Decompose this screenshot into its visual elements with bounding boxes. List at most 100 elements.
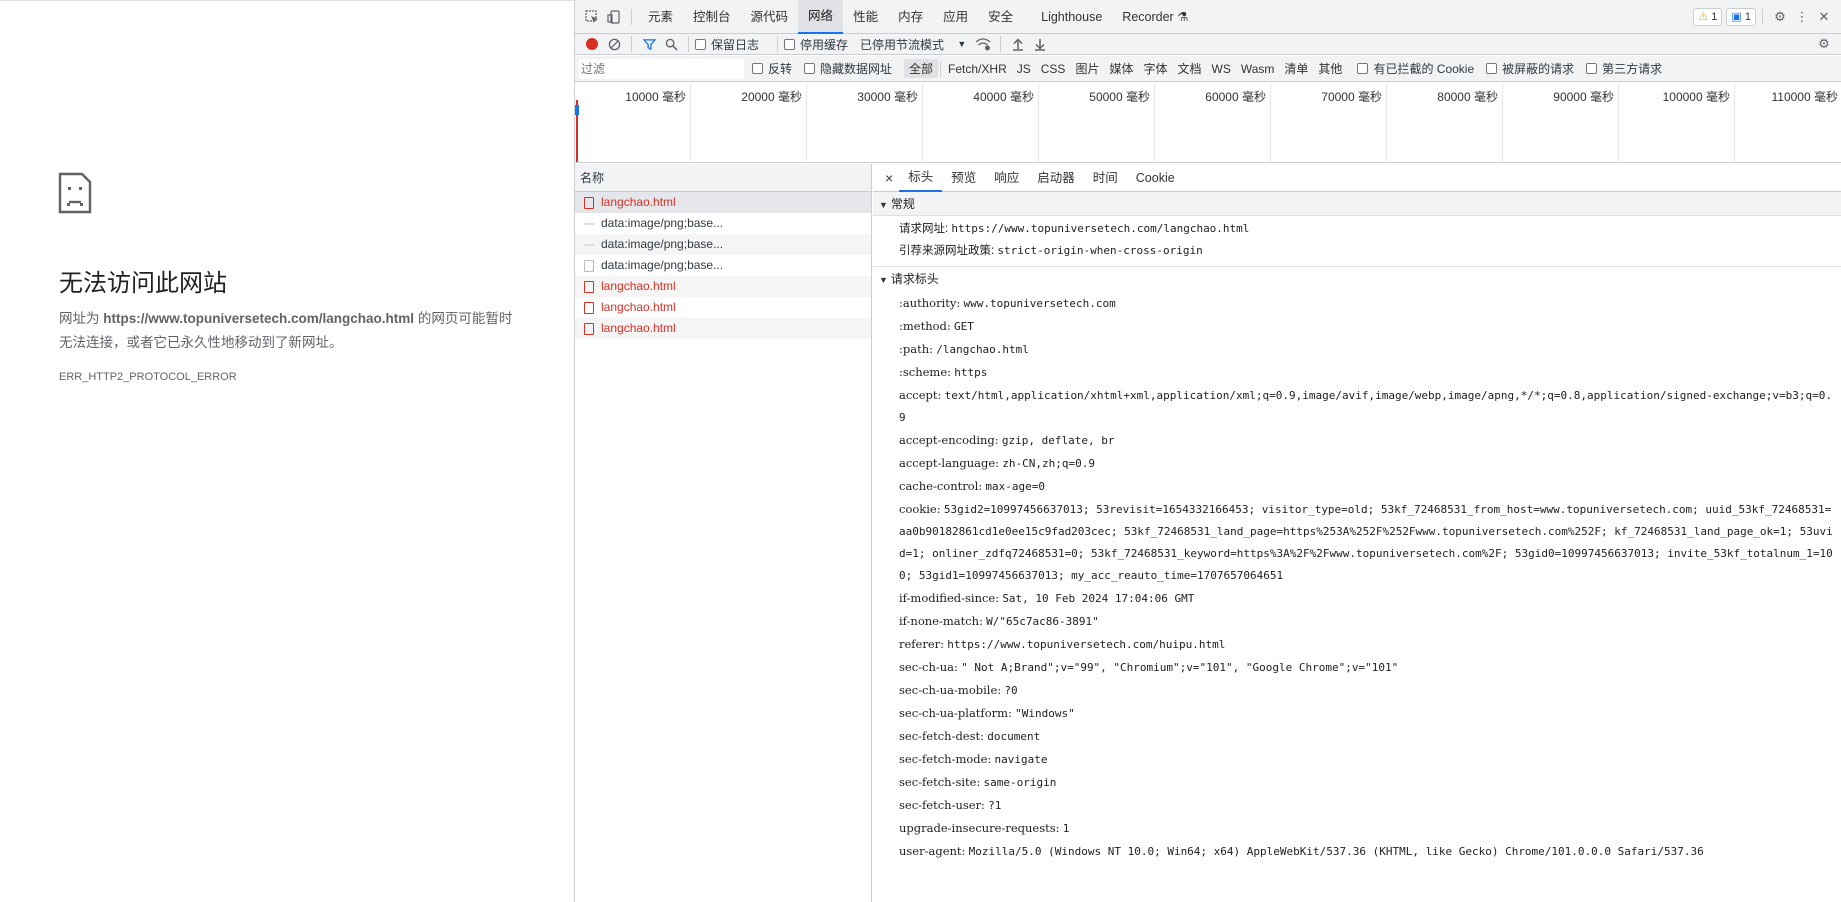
- filter-other[interactable]: 其他: [1313, 59, 1347, 78]
- document-error-icon: [584, 196, 594, 209]
- request-row[interactable]: data:image/png;base...: [575, 213, 871, 234]
- clear-icon[interactable]: [603, 33, 625, 55]
- header-row: :path: /langchao.html: [899, 342, 1029, 356]
- header-row: 引荐来源网址政策: strict-origin-when-cross-origi…: [899, 244, 1203, 257]
- request-row[interactable]: langchao.html: [575, 318, 871, 339]
- record-icon[interactable]: [581, 33, 603, 55]
- sad-page-icon: [58, 172, 92, 214]
- tab-elements[interactable]: 元素: [638, 0, 683, 34]
- request-headers-section-header[interactable]: ▼ 请求标头: [873, 266, 1841, 290]
- throttling-select[interactable]: 已停用节流模式 ▼: [860, 36, 966, 53]
- tab-initiator[interactable]: 启动器: [1028, 164, 1084, 192]
- filter-icon[interactable]: [638, 33, 660, 55]
- tab-application[interactable]: 应用: [933, 0, 978, 34]
- inspect-element-icon[interactable]: [581, 6, 603, 28]
- settings-gear-icon[interactable]: ⚙: [1769, 6, 1791, 28]
- tab-memory[interactable]: 内存: [888, 0, 933, 34]
- timeline-tick: 10000 毫秒: [575, 83, 691, 163]
- network-timeline-overview[interactable]: 10000 毫秒 20000 毫秒 30000 毫秒 40000 毫秒 5000…: [575, 83, 1841, 163]
- tab-lighthouse[interactable]: Lighthouse: [1031, 0, 1112, 34]
- tab-preview[interactable]: 预览: [942, 164, 985, 192]
- warnings-badge[interactable]: ⚠ 1: [1693, 7, 1723, 26]
- filter-font[interactable]: 字体: [1138, 59, 1172, 78]
- tab-recorder[interactable]: Recorder ⚗: [1112, 0, 1198, 34]
- hide-data-urls-checkbox[interactable]: 隐藏数据网址: [804, 60, 892, 77]
- tab-console[interactable]: 控制台: [683, 0, 741, 34]
- request-row[interactable]: langchao.html: [575, 276, 871, 297]
- filter-media[interactable]: 媒体: [1104, 59, 1138, 78]
- tab-network[interactable]: 网络: [798, 0, 844, 34]
- tab-performance[interactable]: 性能: [843, 0, 888, 34]
- filter-all[interactable]: 全部: [904, 59, 939, 78]
- tabbar-right: ⚠ 1 ▣ 1 ⚙ ⋮ ✕: [1689, 6, 1841, 28]
- filter-manifest[interactable]: 清单: [1279, 59, 1313, 78]
- devtools-panel: 元素 控制台 源代码 网络 性能 内存 应用 安全 Lighthouse Rec…: [574, 0, 1841, 902]
- export-har-icon[interactable]: [1029, 33, 1051, 55]
- image-file-icon: [584, 241, 594, 248]
- header-row: sec-ch-ua-platform: "Windows": [899, 706, 1075, 720]
- general-section: 请求网址: https://www.topuniversetech.com/la…: [873, 216, 1841, 266]
- tab-timing[interactable]: 时间: [1084, 164, 1127, 192]
- timeline-tick: 110000 毫秒: [1771, 90, 1839, 104]
- tab-sources[interactable]: 源代码: [741, 0, 799, 34]
- filter-img[interactable]: 图片: [1070, 59, 1104, 78]
- error-title: 无法访问此网站: [59, 270, 227, 297]
- header-row: sec-fetch-dest: document: [899, 729, 1041, 743]
- filter-css[interactable]: CSS: [1036, 61, 1071, 77]
- close-icon[interactable]: ✕: [1813, 6, 1835, 28]
- document-error-icon: [584, 301, 594, 314]
- invert-checkbox[interactable]: 反转: [752, 60, 792, 77]
- header-row: sec-fetch-user: ?1: [899, 798, 1002, 812]
- request-row[interactable]: data:image/png;base...: [575, 255, 871, 276]
- blocked-cookies-checkbox[interactable]: 有已拦截的 Cookie: [1357, 60, 1474, 77]
- error-description: 网址为 https://www.topuniversetech.com/lang…: [59, 311, 513, 350]
- header-row: sec-ch-ua: " Not A;Brand";v="99", "Chrom…: [899, 660, 1399, 674]
- header-row: :authority: www.topuniversetech.com: [899, 296, 1116, 310]
- network-settings-gear-icon[interactable]: ⚙: [1813, 33, 1835, 55]
- header-row: user-agent: Mozilla/5.0 (Windows NT 10.0…: [899, 844, 1704, 858]
- header-row: sec-ch-ua-mobile: ?0: [899, 683, 1018, 697]
- request-row[interactable]: data:image/png;base...: [575, 234, 871, 255]
- filter-fetch-xhr[interactable]: Fetch/XHR: [943, 61, 1012, 77]
- header-row: 请求网址: https://www.topuniversetech.com/la…: [899, 222, 1250, 235]
- filter-doc[interactable]: 文档: [1172, 59, 1206, 78]
- close-details-icon[interactable]: ×: [879, 164, 899, 192]
- third-party-checkbox[interactable]: 第三方请求: [1586, 60, 1662, 77]
- header-row: sec-fetch-site: same-origin: [899, 775, 1057, 789]
- tab-response[interactable]: 响应: [985, 164, 1028, 192]
- document-error-icon: [584, 322, 594, 335]
- error-code: ERR_HTTP2_PROTOCOL_ERROR: [59, 371, 237, 383]
- dropdown-arrow-icon: ▼: [957, 39, 967, 49]
- blocked-requests-checkbox[interactable]: 被屏蔽的请求: [1486, 60, 1574, 77]
- error-page: 无法访问此网站 网址为 https://www.topuniversetech.…: [0, 0, 574, 902]
- tab-security[interactable]: 安全: [978, 0, 1023, 34]
- device-toolbar-icon[interactable]: [603, 6, 625, 28]
- search-icon[interactable]: [660, 33, 682, 55]
- network-conditions-icon[interactable]: [972, 33, 994, 55]
- tab-headers[interactable]: 标头: [899, 164, 943, 192]
- timeline-tick: 90000 毫秒: [1503, 83, 1619, 163]
- filter-wasm[interactable]: Wasm: [1236, 61, 1280, 77]
- filter-js[interactable]: JS: [1012, 61, 1036, 77]
- more-options-icon[interactable]: ⋮: [1791, 6, 1813, 28]
- import-har-icon[interactable]: [1007, 33, 1029, 55]
- request-row[interactable]: langchao.html: [575, 297, 871, 318]
- filter-input[interactable]: [579, 58, 744, 79]
- messages-badge[interactable]: ▣ 1: [1726, 7, 1756, 26]
- message-icon: ▣: [1731, 11, 1742, 23]
- divider: [631, 8, 632, 25]
- preserve-log-checkbox[interactable]: 保留日志: [695, 36, 759, 53]
- image-file-icon: [584, 220, 594, 227]
- header-row: accept-language: zh-CN,zh;q=0.9: [899, 456, 1095, 470]
- header-row: :scheme: https: [899, 365, 988, 379]
- name-column-header[interactable]: 名称: [575, 164, 871, 192]
- divider: [1762, 8, 1763, 25]
- filter-ws[interactable]: WS: [1207, 61, 1236, 77]
- error-url: https://www.topuniversetech.com/langchao…: [103, 311, 415, 326]
- disable-cache-checkbox[interactable]: 停用缓存: [784, 36, 848, 53]
- header-row: referer: https://www.topuniversetech.com…: [899, 637, 1226, 651]
- request-row[interactable]: langchao.html: [575, 192, 871, 213]
- expand-triangle-icon: ▼: [879, 200, 888, 210]
- general-section-header[interactable]: ▼ 常规: [873, 192, 1841, 216]
- tab-cookies[interactable]: Cookie: [1127, 164, 1184, 192]
